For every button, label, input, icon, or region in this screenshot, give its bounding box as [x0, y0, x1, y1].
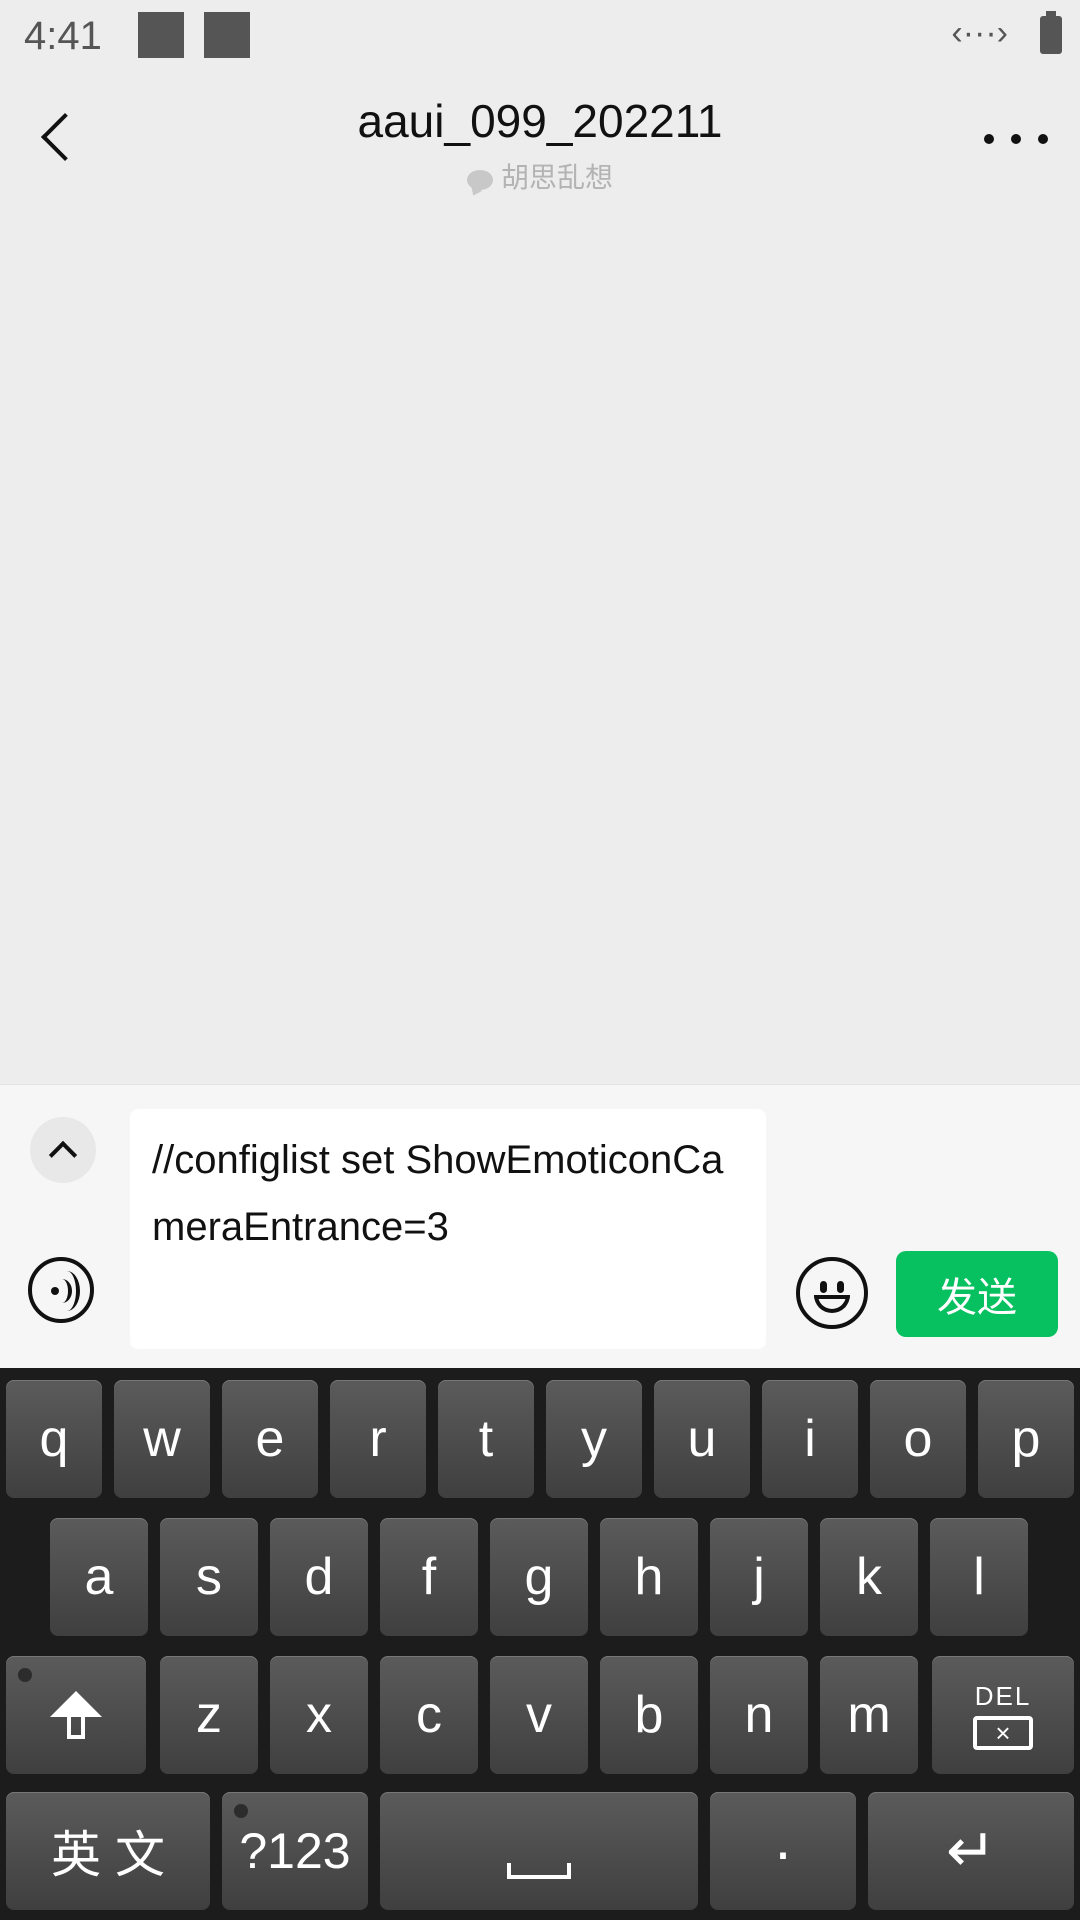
symbols-label: ?123 [239, 1823, 351, 1879]
enter-key[interactable]: ↵ [868, 1792, 1074, 1910]
voice-input-icon[interactable] [28, 1257, 94, 1323]
send-button[interactable]: 发送 [896, 1251, 1058, 1337]
more-icon[interactable] [984, 124, 1048, 154]
shift-key[interactable] [6, 1656, 146, 1774]
key-e[interactable]: e [222, 1380, 318, 1498]
notification-icon [138, 12, 184, 58]
key-a[interactable]: a [50, 1518, 148, 1636]
key-t[interactable]: t [438, 1380, 534, 1498]
chat-title: aaui_099_202211 [357, 95, 723, 147]
key-h[interactable]: h [600, 1518, 698, 1636]
status-time: 4:41 [24, 14, 102, 58]
network-icon: ‹···› [951, 14, 1008, 52]
language-key[interactable]: 英 文 [6, 1792, 210, 1910]
key-u[interactable]: u [654, 1380, 750, 1498]
key-x[interactable]: x [270, 1656, 368, 1774]
key-w[interactable]: w [114, 1380, 210, 1498]
key-y[interactable]: y [546, 1380, 642, 1498]
key-p[interactable]: p [978, 1380, 1074, 1498]
key-s[interactable]: s [160, 1518, 258, 1636]
symbols-key[interactable]: ?123 [222, 1792, 368, 1910]
chat-subtitle: 胡思乱想 [0, 156, 1080, 196]
key-z[interactable]: z [160, 1656, 258, 1774]
collapse-button[interactable] [30, 1117, 96, 1183]
key-q[interactable]: q [6, 1380, 102, 1498]
key-l[interactable]: l [930, 1518, 1028, 1636]
key-r[interactable]: r [330, 1380, 426, 1498]
enter-icon: ↵ [945, 1817, 997, 1884]
status-bar: 4:41 ‹···› [0, 0, 1080, 72]
space-key[interactable] [380, 1792, 698, 1910]
key-j[interactable]: j [710, 1518, 808, 1636]
key-v[interactable]: v [490, 1656, 588, 1774]
key-b[interactable]: b [600, 1656, 698, 1774]
key-i[interactable]: i [762, 1380, 858, 1498]
emoji-icon[interactable] [796, 1257, 868, 1329]
chat-input-bar: //configlist set ShowEmoticonCameraEntra… [0, 1084, 1080, 1369]
delete-key[interactable]: DEL × [932, 1656, 1074, 1774]
space-icon [507, 1863, 571, 1879]
chat-header: aaui_099_202211 胡思乱想 [0, 72, 1080, 193]
battery-icon [1040, 11, 1062, 54]
period-key[interactable]: · [710, 1792, 856, 1910]
key-f[interactable]: f [380, 1518, 478, 1636]
message-input[interactable]: //configlist set ShowEmoticonCameraEntra… [130, 1109, 766, 1349]
key-c[interactable]: c [380, 1656, 478, 1774]
delete-label: DEL [974, 1680, 1032, 1711]
key-k[interactable]: k [820, 1518, 918, 1636]
shift-icon [50, 1691, 102, 1717]
key-m[interactable]: m [820, 1656, 918, 1774]
key-g[interactable]: g [490, 1518, 588, 1636]
notification-icon [204, 12, 250, 58]
key-d[interactable]: d [270, 1518, 368, 1636]
chat-subtitle-text: 胡思乱想 [500, 162, 613, 193]
chat-bubble-icon [466, 169, 493, 190]
backspace-icon: × [973, 1715, 1033, 1750]
soft-keyboard: q w e r t y u i o p a s d f g h j k l z … [0, 1368, 1080, 1920]
key-o[interactable]: o [870, 1380, 966, 1498]
key-n[interactable]: n [710, 1656, 808, 1774]
